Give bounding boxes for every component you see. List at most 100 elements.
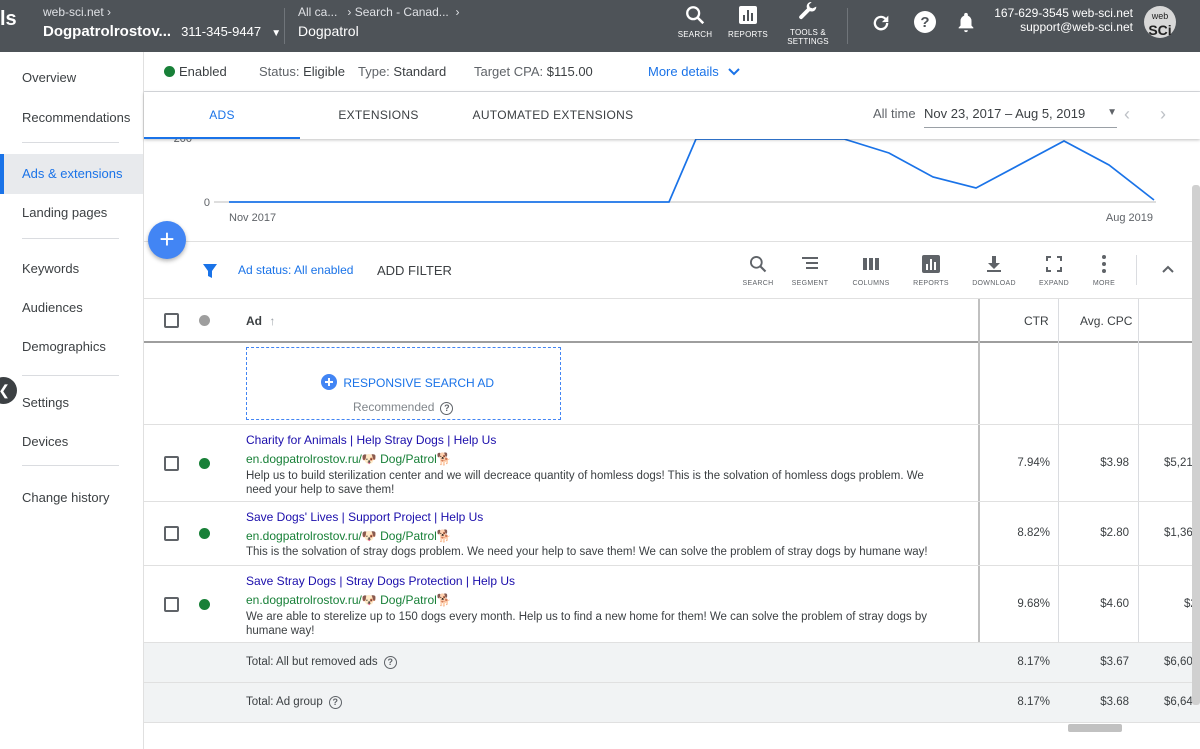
table-toolbar: Ad status: All enabled ADD FILTER SEARCH…	[144, 242, 1200, 299]
campaign-breadcrumb[interactable]: All ca... › Search - Canad... › Dogpatro…	[298, 5, 459, 39]
tabs-bar: ADS EXTENSIONS AUTOMATED EXTENSIONS All …	[144, 92, 1200, 139]
table-row: Save Dogs' Lives | Support Project | Hel…	[144, 502, 1200, 566]
column-header-avg-cpc[interactable]: Avg. CPC	[1080, 314, 1132, 328]
horizontal-scrollbar-thumb[interactable]	[1068, 724, 1122, 732]
refresh-icon	[873, 15, 889, 31]
sidebar-item-settings[interactable]: Settings	[0, 383, 143, 423]
notifications-button[interactable]	[955, 11, 977, 38]
refresh-button[interactable]	[870, 12, 892, 39]
divider	[1136, 255, 1137, 285]
download-tool-label: DOWNLOAD	[972, 280, 1016, 287]
row-checkbox[interactable]	[164, 526, 179, 541]
responsive-search-ad-suggestion[interactable]: RESPONSIVE SEARCH AD Recommended?	[246, 347, 561, 420]
column-header-ctr[interactable]: CTR	[1024, 314, 1049, 328]
table-row: Save Stray Dogs | Stray Dogs Protection …	[144, 566, 1200, 643]
sidebar-item-demographics[interactable]: Demographics	[0, 327, 143, 367]
user-account[interactable]: 167-629-3545 web-sci.net support@web-sci…	[990, 6, 1133, 34]
segment-tool-button[interactable]: SEGMENT	[780, 254, 840, 287]
ad-status-label: Ad status:	[238, 263, 292, 277]
select-all-checkbox[interactable]	[164, 313, 179, 328]
chevron-up-icon[interactable]	[1162, 265, 1174, 273]
row-checkbox[interactable]	[164, 597, 179, 612]
caret-down-icon: ▼	[271, 28, 282, 39]
plus-circle-icon	[321, 374, 337, 390]
wrench-icon	[799, 2, 817, 20]
more-details-link[interactable]: More details	[648, 64, 741, 79]
ad-status-filter[interactable]: Ad status: All enabled	[238, 263, 353, 277]
date-range-selector[interactable]: Nov 23, 2017 – Aug 5, 2019 ▼	[924, 106, 1117, 128]
search-icon	[750, 255, 767, 273]
sidebar-item-recommendations[interactable]: Recommendations	[0, 98, 143, 138]
sidebar-item-landing-pages[interactable]: Landing pages	[0, 193, 143, 233]
help-icon: ?	[914, 11, 936, 33]
sidebar-item-change-history[interactable]: Change history	[0, 478, 143, 518]
search-tool-button[interactable]: SEARCH	[728, 254, 788, 287]
series-line	[229, 138, 1155, 203]
next-period-button[interactable]: ›	[1160, 104, 1166, 125]
help-icon[interactable]: ?	[440, 402, 454, 415]
ad-display-url: en.dogpatrolrostov.ru/🐶 Dog/Patrol🐕	[246, 452, 452, 466]
sidebar-item-devices[interactable]: Devices	[0, 422, 143, 462]
status-enabled-label: Enabled	[179, 64, 227, 79]
tab-ads[interactable]: ADS	[144, 92, 300, 139]
status-column-icon[interactable]	[199, 315, 210, 326]
sidebar-item-keywords[interactable]: Keywords	[0, 249, 143, 289]
reports-tool-button[interactable]: REPORTS	[901, 254, 961, 287]
status-enabled[interactable]: Enabled	[164, 64, 227, 79]
cpa-info: Target CPA: $115.00	[474, 64, 593, 79]
enabled-status-icon[interactable]	[199, 599, 210, 610]
add-rsa-button[interactable]: RESPONSIVE SEARCH AD	[321, 374, 494, 390]
ctr-value: 7.94%	[1017, 457, 1050, 469]
add-ad-button[interactable]: +	[148, 221, 186, 259]
breadcrumb-campaign[interactable]: All ca...	[298, 5, 337, 19]
tab-extensions[interactable]: EXTENSIONS	[300, 92, 457, 139]
account-name: Dogpatrolrostov...	[43, 23, 172, 40]
column-header-ad[interactable]: Ad ↑	[246, 314, 275, 328]
columns-icon	[863, 258, 879, 270]
avg-cpc-value: $3.98	[1100, 457, 1129, 469]
avg-cpc-value: $3.67	[1100, 656, 1129, 668]
ad-headline[interactable]: Charity for Animals | Help Stray Dogs | …	[246, 433, 946, 447]
sidebar-item-ads-extensions[interactable]: Ads & extensions	[0, 154, 143, 194]
vertical-scrollbar-thumb[interactable]	[1192, 185, 1200, 705]
ad-headline[interactable]: Save Dogs' Lives | Support Project | Hel…	[246, 510, 966, 524]
add-filter-button[interactable]: ADD FILTER	[377, 263, 452, 278]
ctr-value: 8.82%	[1017, 527, 1050, 539]
row-checkbox[interactable]	[164, 456, 179, 471]
tab-automated-extensions[interactable]: AUTOMATED EXTENSIONS	[457, 92, 649, 139]
search-label: SEARCH	[677, 30, 713, 39]
segment-tool-label: SEGMENT	[791, 280, 829, 287]
caret-down-icon: ▼	[1107, 107, 1117, 118]
enabled-status-icon[interactable]	[199, 528, 210, 539]
avg-cpc-value: $2.80	[1100, 527, 1129, 539]
account-selector[interactable]: web-sci.net › Dogpatrolrostov... 311-345-…	[43, 5, 281, 40]
sidebar-item-overview[interactable]: Overview	[0, 58, 143, 98]
enabled-status-icon[interactable]	[199, 458, 210, 469]
filter-icon[interactable]	[202, 263, 218, 279]
sidebar-divider	[22, 238, 119, 239]
chevron-right-icon: ›	[107, 5, 112, 19]
avatar[interactable]: web SCi	[1144, 6, 1176, 38]
previous-period-button[interactable]: ‹	[1124, 104, 1130, 125]
help-icon[interactable]: ?	[383, 656, 397, 669]
breadcrumb-search[interactable]: Search - Canad...	[355, 5, 449, 19]
ad-headline[interactable]: Save Stray Dogs | Stray Dogs Protection …	[246, 574, 946, 588]
type-label: Type:	[358, 64, 390, 79]
ad-description: Help us to build sterilization center an…	[246, 470, 924, 496]
columns-tool-button[interactable]: COLUMNS	[841, 254, 901, 287]
tools-label-1: TOOLS &	[790, 28, 826, 37]
sidebar-item-audiences[interactable]: Audiences	[0, 288, 143, 328]
help-icon[interactable]: ?	[328, 696, 342, 709]
help-button[interactable]: ?	[913, 10, 937, 39]
total-ad-group-label: Total: Ad group	[246, 696, 323, 708]
columns-tool-label: COLUMNS	[852, 280, 890, 287]
status-value: Eligible	[303, 64, 346, 79]
ad-status-value: All enabled	[294, 263, 354, 277]
rsa-recommended-label: Recommended	[353, 400, 435, 414]
download-tool-button[interactable]: DOWNLOAD	[964, 254, 1024, 287]
table-row-total: Total: All but removed ads? 8.17% $3.67 …	[144, 643, 1200, 683]
ad-description: This is the solvation of stray dogs prob…	[246, 546, 928, 558]
avatar-line-1: web	[1151, 11, 1169, 21]
tools-settings-button[interactable]: TOOLS & SETTINGS	[773, 2, 843, 46]
more-tool-button[interactable]: MORE	[1074, 254, 1134, 287]
